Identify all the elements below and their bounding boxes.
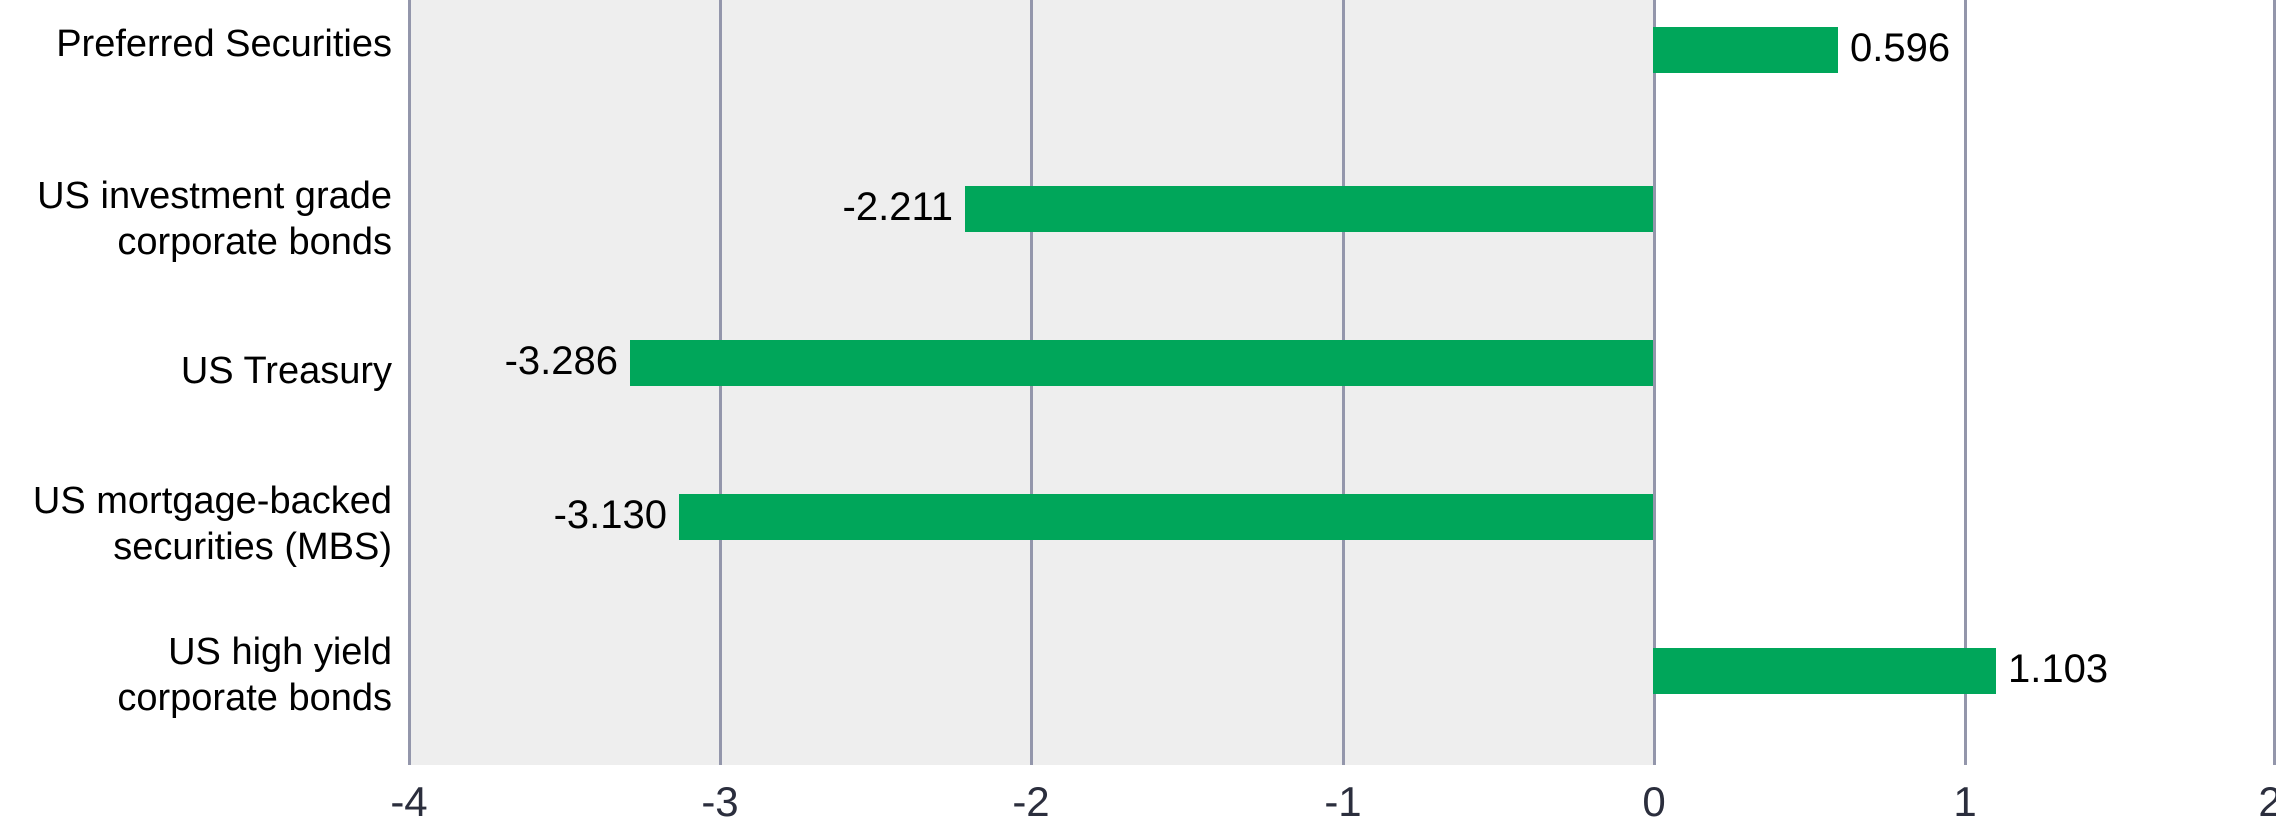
category-label: Preferred Securities (56, 23, 392, 65)
category-label: US mortgage-backed securities (MBS) (32, 480, 392, 568)
bar-us-mortgage-backed-securities (679, 494, 1653, 540)
x-tick-label: -4 (390, 778, 428, 825)
category-label: US high yield corporate bonds (117, 631, 392, 719)
x-tick-label: -1 (1324, 778, 1362, 825)
bar-value-label: 1.103 (2008, 647, 2109, 691)
x-axis: -4 -3 -2 -1 0 1 2 (0, 765, 2276, 838)
bar-value-label: -3.286 (504, 339, 618, 383)
x-tick-label: 0 (1642, 778, 1666, 825)
x-tick-label: 1 (1953, 778, 1977, 825)
bar-chart: Preferred Securities US investment grade… (0, 0, 2276, 838)
x-tick-label: 2 (2258, 778, 2276, 825)
bar-us-high-yield-corporate-bonds (1653, 648, 1996, 694)
bar-us-investment-grade-corporate-bonds (965, 186, 1653, 232)
category-axis: Preferred Securities US investment grade… (0, 0, 392, 765)
x-tick-label: -3 (701, 778, 739, 825)
bar-preferred-securities (1653, 27, 1838, 73)
bar-value-label: -2.211 (842, 185, 953, 229)
plot-area: 0.596 -2.211 -3.286 -3.130 1.103 (408, 0, 2276, 765)
gridline-minus-4 (408, 0, 411, 765)
category-label: US investment grade corporate bonds (37, 175, 392, 263)
x-tick-label: -2 (1012, 778, 1050, 825)
category-label: US Treasury (180, 350, 392, 392)
bar-us-treasury (630, 340, 1653, 386)
bar-value-label: -3.130 (553, 493, 667, 537)
bar-value-label: 0.596 (1850, 26, 1951, 70)
